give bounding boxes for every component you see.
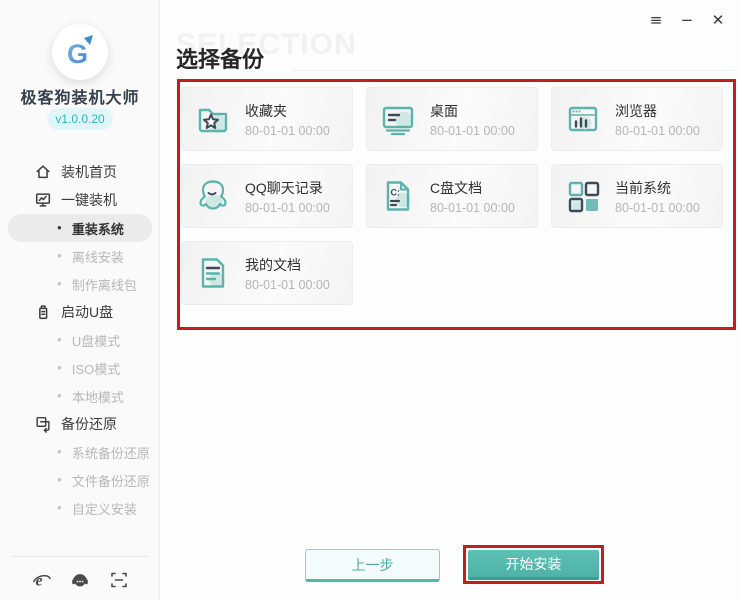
my-documents-icon: [193, 253, 233, 293]
sidebar-item-label: 制作离线包: [72, 275, 137, 294]
sidebar-item-label: 一键装机: [61, 190, 117, 210]
sidebar-item-make-offline-pack[interactable]: ● 制作离线包: [0, 270, 160, 298]
backup-time: 80-01-01 00:00: [615, 201, 700, 215]
backup-card-grid: 收藏夹 80-01-01 00:00 桌面 80-01-01 00:00: [181, 87, 723, 305]
menu-icon[interactable]: ≡: [644, 8, 668, 32]
minimize-icon[interactable]: −: [675, 8, 699, 32]
close-icon[interactable]: ✕: [706, 8, 730, 32]
bullet-icon: ●: [57, 392, 62, 400]
sidebar-item-one-key-install[interactable]: 一键装机: [0, 186, 160, 214]
title-underline: [292, 70, 735, 71]
bullet-icon: ●: [57, 476, 62, 484]
sidebar-item-label: 启动U盘: [61, 302, 113, 322]
start-install-button[interactable]: 开始安装: [468, 550, 599, 580]
backup-card-current-system[interactable]: 当前系统 80-01-01 00:00: [551, 164, 723, 228]
sidebar-item-iso-mode[interactable]: ● ISO模式: [0, 354, 160, 382]
usb-drive-icon: [34, 303, 52, 321]
sidebar-item-home[interactable]: 装机首页: [0, 158, 160, 186]
sidebar-item-system-backup-restore[interactable]: ● 系统备份还原: [0, 438, 160, 466]
sidebar-item-label: 备份还原: [61, 414, 117, 434]
backup-name: C盘文档: [430, 178, 515, 198]
sidebar-footer: e: [0, 566, 160, 594]
card-texts: 收藏夹 80-01-01 00:00: [245, 101, 330, 138]
bullet-icon: ●: [57, 252, 62, 260]
monitor-icon: [34, 191, 52, 209]
sidebar-item-label: U盘模式: [72, 331, 120, 350]
sidebar-item-offline-install[interactable]: ● 离线安装: [0, 242, 160, 270]
sidebar-item-file-backup-restore[interactable]: ● 文件备份还原: [0, 466, 160, 494]
card-texts: 浏览器 80-01-01 00:00: [615, 101, 700, 138]
backup-name: 浏览器: [615, 101, 700, 121]
bullet-icon: ●: [57, 224, 62, 232]
backup-restore-icon: [34, 415, 52, 433]
bullet-icon: ●: [57, 504, 62, 512]
backup-time: 80-01-01 00:00: [245, 278, 330, 292]
sidebar-item-label: ISO模式: [72, 359, 120, 378]
backup-card-qq-chat[interactable]: QQ聊天记录 80-01-01 00:00: [181, 164, 353, 228]
c-drive-doc-icon: C:: [378, 176, 418, 216]
app-logo: G: [52, 24, 108, 80]
sidebar-item-label: 系统备份还原: [72, 443, 150, 462]
backup-name: 我的文档: [245, 255, 330, 275]
system-grid-icon: [563, 176, 603, 216]
backup-name: 收藏夹: [245, 101, 330, 121]
sidebar-item-label: 自定义安装: [72, 499, 137, 518]
page-title: 选择备份: [176, 42, 264, 74]
backup-card-browser[interactable]: 浏览器 80-01-01 00:00: [551, 87, 723, 151]
svg-text:G: G: [67, 39, 88, 69]
sidebar-divider: [12, 556, 148, 557]
sidebar-item-local-mode[interactable]: ● 本地模式: [0, 382, 160, 410]
bullet-icon: ●: [57, 448, 62, 456]
home-icon: [34, 163, 52, 181]
bullet-icon: ●: [57, 364, 62, 372]
sidebar: G 极客狗装机大师 v1.0.0.20 装机首页: [0, 0, 160, 600]
sidebar-menu: 装机首页 一键装机 ● 重装系统 ● 离线安装: [0, 158, 160, 522]
backup-card-favorites[interactable]: 收藏夹 80-01-01 00:00: [181, 87, 353, 151]
bullet-icon: ●: [57, 280, 62, 288]
sidebar-item-label: 离线安装: [72, 247, 124, 266]
folder-star-icon: [193, 99, 233, 139]
window-controls: ≡ − ✕: [644, 8, 730, 32]
backup-name: QQ聊天记录: [245, 178, 330, 198]
version-badge: v1.0.0.20: [47, 108, 113, 130]
sidebar-item-usb-mode[interactable]: ● U盘模式: [0, 326, 160, 354]
bullet-icon: ●: [57, 336, 62, 344]
sidebar-item-backup-restore[interactable]: 备份还原: [0, 410, 160, 438]
card-texts: 我的文档 80-01-01 00:00: [245, 255, 330, 292]
backup-time: 80-01-01 00:00: [245, 201, 330, 215]
backup-card-my-documents[interactable]: 我的文档 80-01-01 00:00: [181, 241, 353, 305]
svg-text:e: e: [35, 573, 42, 590]
backup-card-desktop[interactable]: 桌面 80-01-01 00:00: [366, 87, 538, 151]
sidebar-item-label: 文件备份还原: [72, 471, 150, 490]
backup-name: 桌面: [430, 101, 515, 121]
sidebar-item-boot-usb[interactable]: 启动U盘: [0, 298, 160, 326]
card-texts: 当前系统 80-01-01 00:00: [615, 178, 700, 215]
prev-step-button[interactable]: 上一步: [305, 549, 440, 582]
sidebar-item-reinstall-system[interactable]: ● 重装系统: [8, 214, 152, 242]
backup-time: 80-01-01 00:00: [245, 124, 330, 138]
qq-penguin-icon: [193, 176, 233, 216]
card-texts: 桌面 80-01-01 00:00: [430, 101, 515, 138]
sidebar-item-label: 重装系统: [72, 219, 124, 238]
sidebar-item-label: 本地模式: [72, 387, 124, 406]
scan-icon[interactable]: [108, 569, 130, 591]
card-texts: QQ聊天记录 80-01-01 00:00: [245, 178, 330, 215]
desktop-icon: [378, 99, 418, 139]
backup-time: 80-01-01 00:00: [430, 201, 515, 215]
ie-browser-icon[interactable]: e: [31, 569, 53, 591]
svg-text:C:: C:: [391, 188, 401, 198]
dog-g-logo-icon: G: [60, 32, 100, 72]
backup-card-c-drive-docs[interactable]: C: C盘文档 80-01-01 00:00: [366, 164, 538, 228]
sidebar-item-custom-install[interactable]: ● 自定义安装: [0, 494, 160, 522]
support-headset-icon[interactable]: [69, 569, 91, 591]
app-name: 极客狗装机大师: [0, 84, 160, 108]
backup-time: 80-01-01 00:00: [430, 124, 515, 138]
backup-time: 80-01-01 00:00: [615, 124, 700, 138]
card-texts: C盘文档 80-01-01 00:00: [430, 178, 515, 215]
app-window: ≡ − ✕ G 极客狗装机大师 v1.0.0.20: [0, 0, 740, 600]
backup-name: 当前系统: [615, 178, 700, 198]
sidebar-item-label: 装机首页: [61, 162, 117, 182]
browser-chart-icon: [563, 99, 603, 139]
